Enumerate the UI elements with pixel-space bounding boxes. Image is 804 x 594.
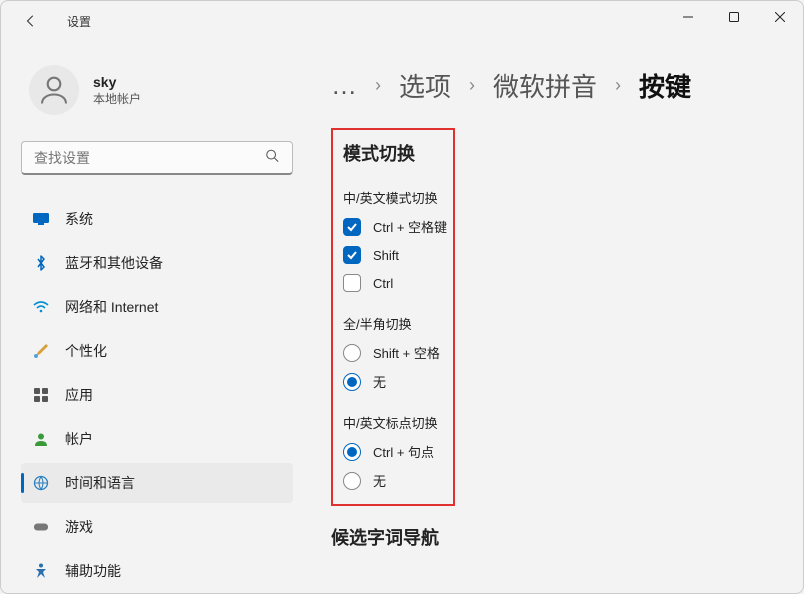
nav-accessibility[interactable]: 辅助功能 xyxy=(21,551,293,591)
radio-row[interactable]: Ctrl + 句点 xyxy=(343,442,443,461)
option-label: Ctrl + 句点 xyxy=(373,442,434,461)
window-controls xyxy=(665,1,803,33)
avatar xyxy=(29,65,79,115)
breadcrumb-ellipsis[interactable]: … xyxy=(331,70,357,101)
checkbox-row[interactable]: Ctrl xyxy=(343,274,443,292)
checkbox[interactable] xyxy=(343,246,361,264)
section-title-candidate: 候选字词导航 xyxy=(331,524,783,550)
titlebar: 设置 xyxy=(1,1,803,41)
radio[interactable] xyxy=(343,443,361,461)
gamepad-icon xyxy=(33,519,49,535)
maximize-button[interactable] xyxy=(711,1,757,33)
globe-clock-icon xyxy=(33,475,49,491)
nav-label: 网络和 Internet xyxy=(65,297,158,317)
nav-gaming[interactable]: 游戏 xyxy=(21,507,293,547)
chevron-right-icon: › xyxy=(375,75,381,96)
section-title-mode-switch: 模式切换 xyxy=(343,140,443,166)
nav-time-language[interactable]: 时间和语言 xyxy=(21,463,293,503)
option-label: Shift + 空格 xyxy=(373,343,440,362)
breadcrumb-item[interactable]: 选项 xyxy=(399,67,451,104)
checkbox[interactable] xyxy=(343,218,361,236)
nav-label: 时间和语言 xyxy=(65,473,135,493)
nav-label: 蓝牙和其他设备 xyxy=(65,253,163,273)
option-label: Ctrl xyxy=(373,276,393,291)
person-icon xyxy=(33,431,49,447)
checkbox[interactable] xyxy=(343,274,361,292)
radio[interactable] xyxy=(343,344,361,362)
profile-block[interactable]: sky 本地帐户 xyxy=(21,41,293,135)
nav-personalization[interactable]: 个性化 xyxy=(21,331,293,371)
nav-apps[interactable]: 应用 xyxy=(21,375,293,415)
chevron-right-icon: › xyxy=(469,75,475,96)
nav-network[interactable]: 网络和 Internet xyxy=(21,287,293,327)
nav-label: 辅助功能 xyxy=(65,561,121,581)
nav-label: 应用 xyxy=(65,385,93,405)
search-icon xyxy=(265,149,279,168)
wifi-icon xyxy=(33,299,49,315)
accessibility-icon xyxy=(33,563,49,579)
settings-window: 设置 sky 本地帐户 xyxy=(0,0,804,594)
nav-label: 帐户 xyxy=(65,429,93,449)
radio[interactable] xyxy=(343,472,361,490)
group-label-full-half: 全/半角切换 xyxy=(343,314,443,333)
back-button[interactable] xyxy=(15,5,47,37)
close-button[interactable] xyxy=(757,1,803,33)
radio-row[interactable]: 无 xyxy=(343,372,443,391)
nav-label: 系统 xyxy=(65,209,93,229)
radio[interactable] xyxy=(343,373,361,391)
breadcrumb: … › 选项 › 微软拼音 › 按键 xyxy=(331,67,783,104)
nav-list: 系统 蓝牙和其他设备 网络和 Internet 个性化 应用 xyxy=(21,199,293,593)
group-label-punct: 中/英文标点切换 xyxy=(343,413,443,432)
option-label: 无 xyxy=(373,372,386,391)
display-icon xyxy=(33,211,49,227)
apps-icon xyxy=(33,387,49,403)
radio-row[interactable]: Shift + 空格 xyxy=(343,343,443,362)
nav-system[interactable]: 系统 xyxy=(21,199,293,239)
left-pane: sky 本地帐户 系统 蓝牙和其他设备 xyxy=(1,41,309,593)
minimize-button[interactable] xyxy=(665,1,711,33)
nav-label: 游戏 xyxy=(65,517,93,537)
brush-icon xyxy=(33,343,49,359)
option-label: Shift xyxy=(373,248,399,263)
right-pane: … › 选项 › 微软拼音 › 按键 模式切换 中/英文模式切换 Ctrl + … xyxy=(309,41,803,593)
nav-accounts[interactable]: 帐户 xyxy=(21,419,293,459)
nav-label: 个性化 xyxy=(65,341,107,361)
option-label: Ctrl + 空格键 xyxy=(373,217,447,236)
checkbox-row[interactable]: Ctrl + 空格键 xyxy=(343,217,443,236)
option-label: 无 xyxy=(373,471,386,490)
radio-row[interactable]: 无 xyxy=(343,471,443,490)
group-label-cn-en-mode: 中/英文模式切换 xyxy=(343,188,443,207)
breadcrumb-item[interactable]: 微软拼音 xyxy=(493,67,597,104)
nav-bluetooth[interactable]: 蓝牙和其他设备 xyxy=(21,243,293,283)
highlighted-section: 模式切换 中/英文模式切换 Ctrl + 空格键 Shift Ctrl 全/半角… xyxy=(331,128,455,506)
chevron-right-icon: › xyxy=(615,75,621,96)
content-area: sky 本地帐户 系统 蓝牙和其他设备 xyxy=(1,41,803,593)
window-title: 设置 xyxy=(67,13,91,30)
profile-text: sky 本地帐户 xyxy=(93,74,141,107)
bluetooth-icon xyxy=(33,255,49,271)
breadcrumb-current: 按键 xyxy=(639,67,691,104)
checkbox-row[interactable]: Shift xyxy=(343,246,443,264)
user-account-type: 本地帐户 xyxy=(93,90,141,107)
user-name: sky xyxy=(93,74,141,90)
search-wrap xyxy=(21,141,293,175)
search-input[interactable] xyxy=(21,141,293,175)
